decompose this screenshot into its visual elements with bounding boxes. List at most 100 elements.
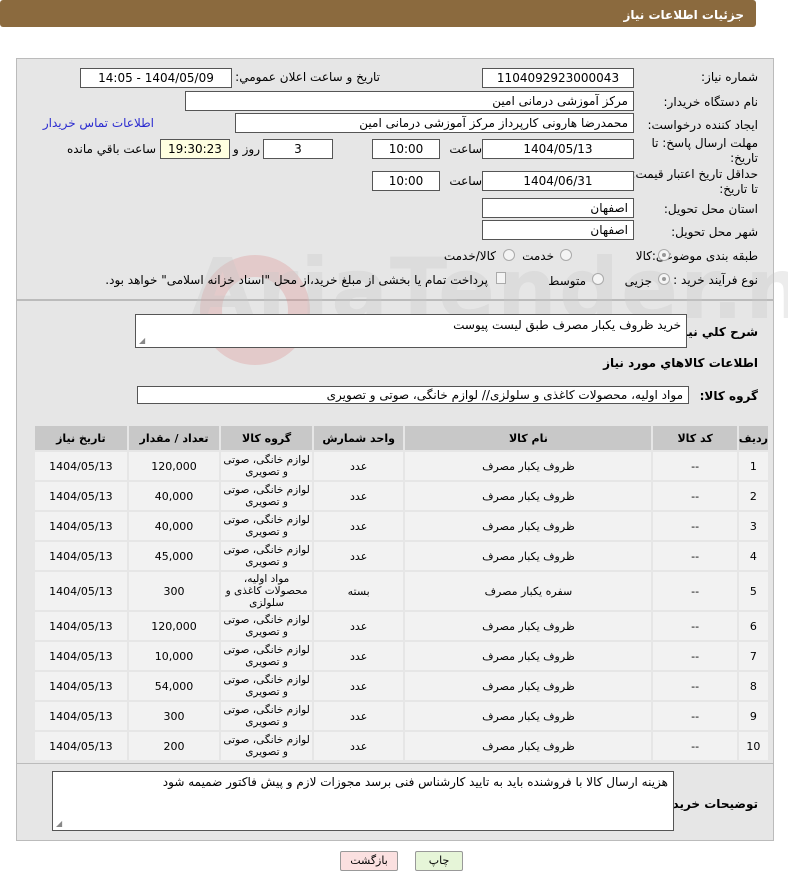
validity-time-label: ساعت — [449, 174, 482, 188]
deadline-label: مهلت ارسال پاسخ: تا تاریخ: — [651, 136, 758, 165]
unit: عدد — [313, 672, 404, 700]
item-group: لوازم خانگی، صوتی و تصویری — [221, 542, 312, 570]
item-group: لوازم خانگی، صوتی و تصویری — [221, 482, 312, 510]
item-code: -- — [653, 702, 737, 730]
quantity: 54,000 — [128, 672, 220, 700]
item-name: ظروف یکبار مصرف — [405, 542, 652, 570]
item-group: مواد اولیه، محصولات کاغذی و سلولزی — [221, 572, 312, 610]
table-row: 7 -- ظروف یکبار مصرف عدد لوازم خانگی، صوتی و… — [35, 642, 768, 670]
unit: عدد — [313, 642, 404, 670]
item-code: -- — [653, 482, 737, 510]
row-number: 9 — [738, 702, 768, 730]
summary-text: خرید ظروف یکبار مصرف طبق لیست پیوست — [453, 318, 681, 332]
process-label: نوع فرآیند خرید : — [673, 273, 758, 287]
page-header: جزئیات اطلاعات نیاز — [0, 0, 756, 27]
need-number-label: شماره نیاز: — [701, 70, 758, 84]
item-group: لوازم خانگی، صوتی و تصویری — [221, 612, 312, 640]
row-number: 7 — [738, 642, 768, 670]
column-header: نام کالا — [405, 426, 652, 450]
unit: عدد — [313, 452, 404, 480]
validity-time-field: 10:00 — [372, 171, 440, 191]
item-name: ظروف یکبار مصرف — [405, 512, 652, 540]
row-number: 5 — [738, 572, 768, 610]
need-number-field: 1104092923000043 — [482, 68, 634, 88]
unit: عدد — [313, 612, 404, 640]
deadline-date-field: 1404/05/13 — [482, 139, 634, 159]
unit: عدد — [313, 702, 404, 730]
table-header-row: ردیف کد کالا نام کالا واحد شمارش گروه کالا تع… — [35, 426, 768, 450]
item-code: -- — [653, 642, 737, 670]
quantity: 40,000 — [128, 512, 220, 540]
resize-grip-icon[interactable]: ◢ — [56, 819, 62, 828]
item-code: -- — [653, 512, 737, 540]
row-number: 10 — [738, 732, 768, 760]
item-code: -- — [653, 672, 737, 700]
category-radio-goods[interactable] — [658, 249, 670, 261]
validity-label: حداقل تاريخ اعتبار قيمت: تا تاريخ: — [631, 167, 758, 196]
summary-textarea[interactable]: خرید ظروف یکبار مصرف طبق لیست پیوست ◢ — [135, 314, 687, 348]
row-number: 4 — [738, 542, 768, 570]
resize-grip-icon[interactable]: ◢ — [139, 336, 145, 345]
notes-text: هزینه ارسال کالا با فروشنده باید به تایی… — [162, 775, 668, 789]
back-button[interactable]: بازگشت — [340, 851, 398, 871]
process-radio-minor[interactable] — [658, 273, 670, 285]
item-code: -- — [653, 612, 737, 640]
print-button[interactable]: چاپ — [415, 851, 463, 871]
notes-textarea[interactable]: هزینه ارسال کالا با فروشنده باید به تایی… — [52, 771, 674, 831]
province-field: اصفهان — [482, 198, 634, 218]
need-date: 1404/05/13 — [35, 452, 127, 480]
buyer-field: مرکز آموزشی درمانی امین — [185, 91, 634, 111]
column-header: تاریخ نیاز — [35, 426, 127, 450]
province-label: استان محل تحویل: — [663, 202, 758, 216]
table-row: 6 -- ظروف یکبار مصرف عدد لوازم خانگی، صوتی و… — [35, 612, 768, 640]
process-option-minor: جزیی — [624, 274, 652, 288]
announce-field: 1404/05/09 - 14:05 — [80, 68, 232, 88]
item-group: لوازم خانگی، صوتی و تصویری — [221, 672, 312, 700]
category-radio-both[interactable] — [503, 249, 515, 261]
table-row: 3 -- ظروف یکبار مصرف عدد لوازم خانگی، صوتی و… — [35, 512, 768, 540]
need-date: 1404/05/13 — [35, 642, 127, 670]
table-row: 8 -- ظروف یکبار مصرف عدد لوازم خانگی، صوتی و… — [35, 672, 768, 700]
buyer-contact-link[interactable]: اطلاعات تماس خریدار — [43, 116, 154, 130]
need-date: 1404/05/13 — [35, 732, 127, 760]
need-date: 1404/05/13 — [35, 542, 127, 570]
column-header: ردیف — [738, 426, 768, 450]
payment-checkbox[interactable] — [496, 272, 506, 284]
process-option-medium: متوسط — [548, 274, 586, 288]
quantity: 300 — [128, 702, 220, 730]
need-date: 1404/05/13 — [35, 612, 127, 640]
table-row: 4 -- ظروف یکبار مصرف عدد لوازم خانگی، صوتی و… — [35, 542, 768, 570]
quantity: 40,000 — [128, 482, 220, 510]
category-option-both: کالا/خدمت — [443, 249, 496, 263]
table-row: 9 -- ظروف یکبار مصرف عدد لوازم خانگی، صوتی و… — [35, 702, 768, 730]
quantity: 200 — [128, 732, 220, 760]
creator-label: ایجاد کننده درخواست: — [647, 118, 758, 132]
announce-label: تاریخ و ساعت اعلان عمومي: — [235, 70, 380, 84]
column-header: واحد شمارش — [313, 426, 404, 450]
items-table: ردیف کد کالا نام کالا واحد شمارش گروه کالا تع… — [33, 424, 770, 762]
category-radio-service[interactable] — [560, 249, 572, 261]
column-header: گروه کالا — [221, 426, 312, 450]
table-row: 5 -- سفره یکبار مصرف بسته مواد اولیه، محصولا… — [35, 572, 768, 610]
quantity: 120,000 — [128, 612, 220, 640]
item-code: -- — [653, 732, 737, 760]
creator-field: محمدرضا هارونی کارپرداز مرکز آموزشی درما… — [235, 113, 634, 133]
deadline-time-field: 10:00 — [372, 139, 440, 159]
row-number: 8 — [738, 672, 768, 700]
table-row: 10 -- ظروف یکبار مصرف عدد لوازم خانگی، صوتی … — [35, 732, 768, 760]
process-radio-medium[interactable] — [592, 273, 604, 285]
need-date: 1404/05/13 — [35, 482, 127, 510]
deadline-time-label: ساعت — [449, 142, 482, 156]
quantity: 120,000 — [128, 452, 220, 480]
remaining-label: ساعت باقي مانده — [66, 142, 156, 156]
quantity: 10,000 — [128, 642, 220, 670]
item-name: ظروف یکبار مصرف — [405, 642, 652, 670]
item-group: لوازم خانگی، صوتی و تصویری — [221, 642, 312, 670]
need-date: 1404/05/13 — [35, 672, 127, 700]
item-name: ظروف یکبار مصرف — [405, 452, 652, 480]
need-date: 1404/05/13 — [35, 702, 127, 730]
group-field: مواد اولیه، محصولات کاغذی و سلولزی// لوا… — [137, 386, 689, 404]
row-number: 6 — [738, 612, 768, 640]
row-number: 3 — [738, 512, 768, 540]
unit: عدد — [313, 482, 404, 510]
